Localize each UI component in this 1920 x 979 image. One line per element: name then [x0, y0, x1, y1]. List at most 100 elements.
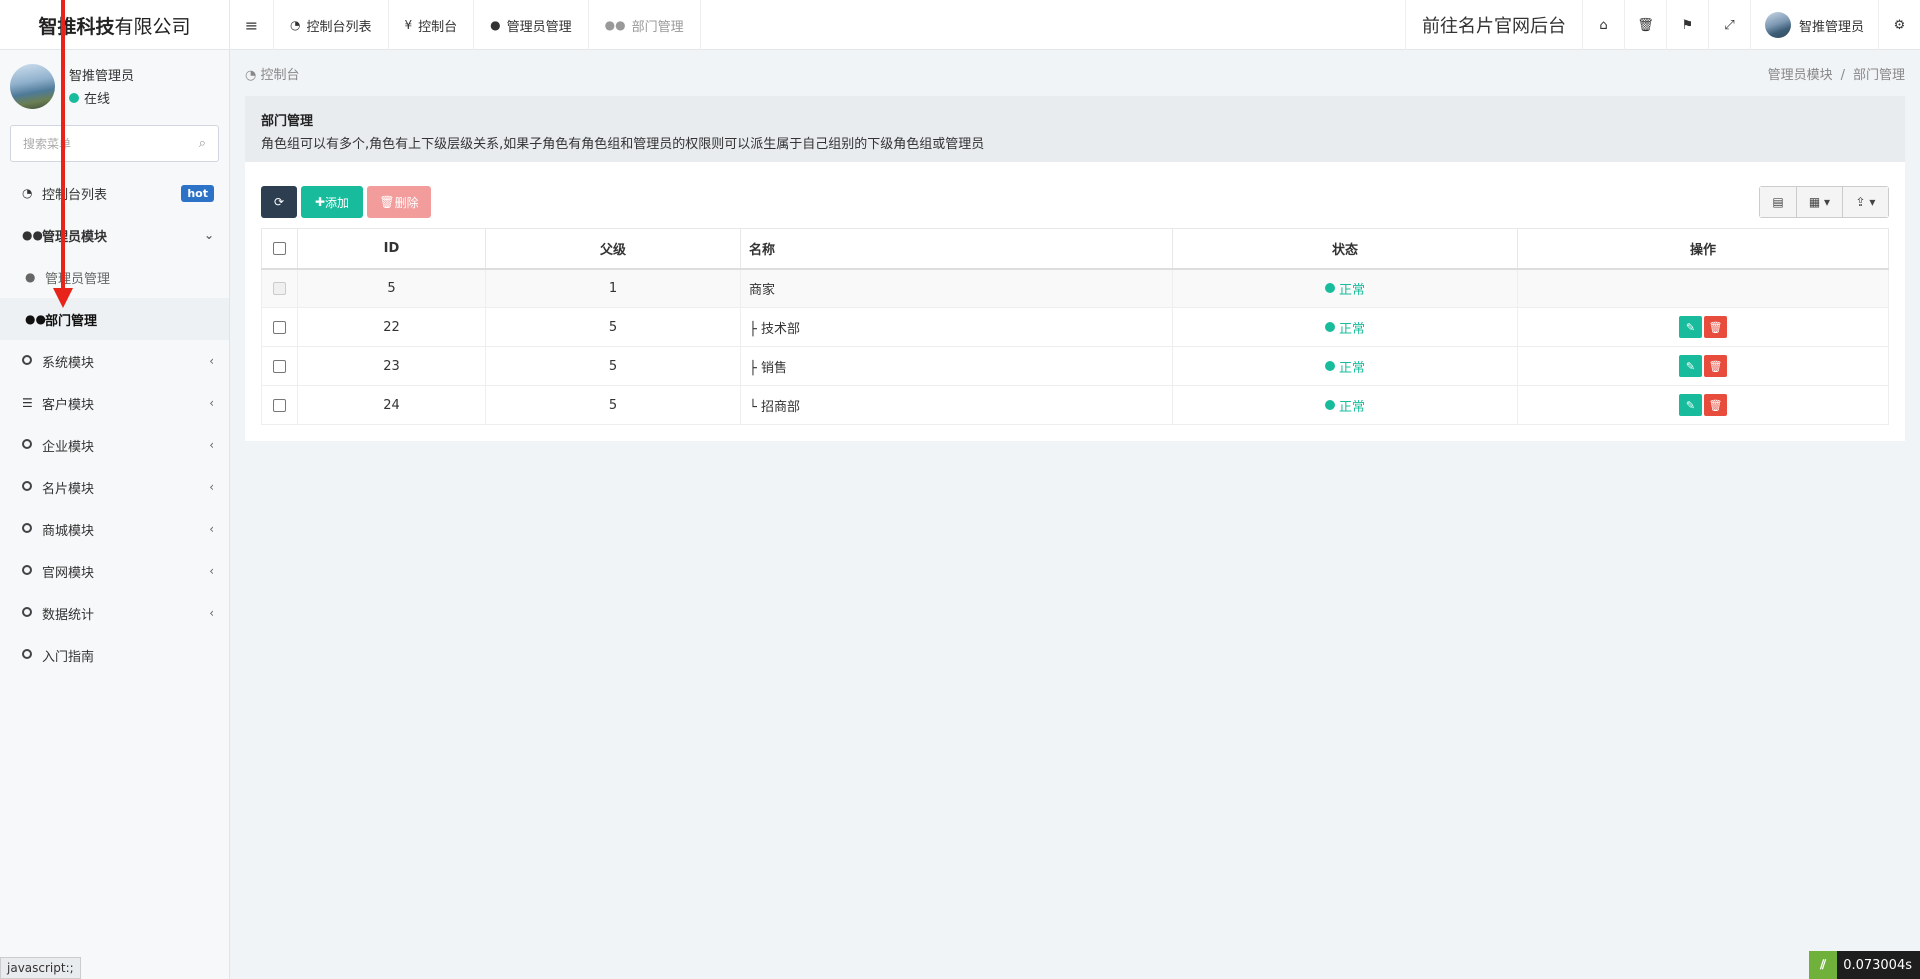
sidebar-item-admin-management[interactable]: ● 管理员管理 — [0, 256, 229, 298]
cell-parent: 5 — [485, 307, 741, 347]
refresh-button[interactable]: ⟳ — [261, 186, 297, 218]
cell-name: 商家 — [740, 268, 1173, 308]
list-icon: ☰ — [22, 396, 33, 410]
breadcrumb-item[interactable]: 管理员模块 — [1768, 68, 1833, 83]
chevron-left-icon: ‹ — [209, 480, 214, 494]
tab-dashboard-list[interactable]: ◔ 控制台列表 — [274, 0, 389, 50]
header-right-tools: 前往名片官网后台 ⌂ 🗑 ⚑ ⤢ 智推管理员 ⚙ — [1404, 0, 1920, 50]
table-toolbar: ⟳ ✚ 添加 🗑 删除 ▤ ▦ ▾ ⇪ ▾ — [261, 186, 1889, 218]
cell-name: ├ 技术部 — [740, 307, 1173, 347]
toggle-view-button[interactable]: ▤ — [1760, 187, 1796, 217]
dashboard-icon: ◔ — [290, 18, 301, 32]
chevron-left-icon: ‹ — [209, 606, 214, 620]
fullscreen-icon[interactable]: ⤢ — [1707, 0, 1750, 50]
avatar — [10, 63, 55, 109]
cell-parent: 5 — [485, 385, 741, 425]
column-header-status[interactable]: 状态 — [1172, 228, 1518, 270]
delete-row-button[interactable]: 🗑 — [1704, 355, 1727, 377]
language-icon[interactable]: ⚑ — [1665, 0, 1708, 50]
search-icon[interactable]: ⌕ — [199, 136, 206, 151]
site-backend-link[interactable]: 前往名片官网后台 — [1404, 0, 1582, 50]
circle-icon — [22, 607, 32, 617]
table-row[interactable]: 24 5 └ 招商部 正常 ✎ 🗑 — [261, 385, 1889, 425]
timer-logo-icon: ⫽ — [1809, 951, 1838, 979]
trash-icon[interactable]: 🗑 — [1623, 0, 1666, 50]
sidebar-item-statistics[interactable]: 数据统计 ‹ — [0, 592, 229, 634]
home-icon[interactable]: ⌂ — [1581, 0, 1624, 50]
tab-admin-management[interactable]: ● 管理员管理 — [474, 0, 589, 50]
annotation-arrow-head — [53, 288, 73, 308]
row-checkbox[interactable] — [273, 320, 286, 334]
user-icon: ● — [490, 18, 501, 32]
edit-button[interactable]: ✎ — [1679, 316, 1702, 338]
table-view-tools: ▤ ▦ ▾ ⇪ ▾ — [1759, 186, 1889, 218]
search-input[interactable] — [23, 136, 199, 151]
tab-dashboard[interactable]: ¥ 控制台 — [389, 0, 475, 50]
add-button[interactable]: ✚ 添加 — [301, 186, 363, 218]
hamburger-icon: ≡ — [244, 15, 259, 35]
table-row[interactable]: 23 5 ├ 销售 正常 ✎ 🗑 — [261, 346, 1889, 386]
columns-dropdown[interactable]: ▦ ▾ — [1796, 187, 1842, 217]
sidebar-item-system-module[interactable]: 系统模块 ‹ — [0, 340, 229, 382]
grid-icon: ▦ ▾ — [1808, 195, 1831, 209]
status-dot-icon — [1324, 400, 1335, 410]
user-menu[interactable]: 智推管理员 — [1749, 0, 1878, 50]
edit-button[interactable]: ✎ — [1679, 394, 1702, 416]
menu-search: ⌕ — [10, 125, 219, 162]
tab-department-management[interactable]: ●● 部门管理 — [589, 0, 701, 50]
breadcrumb-path: 管理员模块 / 部门管理 — [1767, 67, 1905, 83]
sidebar-item-customer-module[interactable]: ☰ 客户模块 ‹ — [0, 382, 229, 424]
delete-button[interactable]: 🗑 删除 — [367, 186, 431, 218]
select-all-checkbox[interactable] — [273, 241, 286, 255]
cell-actions: ✎ 🗑 — [1517, 385, 1889, 425]
column-header-id[interactable]: ID — [297, 228, 486, 270]
sidebar-item-website-module[interactable]: 官网模块 ‹ — [0, 550, 229, 592]
cell-id: 22 — [297, 307, 486, 347]
sidebar-item-getting-started[interactable]: 入门指南 — [0, 634, 229, 676]
page-description: 角色组可以有多个,角色有上下级层级关系,如果子角色有角色组和管理员的权限则可以派… — [261, 137, 985, 152]
user-status: 在线 — [69, 88, 134, 107]
breadcrumb-item: 部门管理 — [1852, 67, 1905, 83]
sidebar-toggle-button[interactable]: ≡ — [230, 0, 274, 50]
sidebar-item-admin-module[interactable]: ●● 管理员模块 ⌄ — [0, 214, 229, 256]
app-logo[interactable]: 智推科技 有限公司 — [0, 0, 230, 50]
tab-bar: ◔ 控制台列表 ¥ 控制台 ● 管理员管理 ●● 部门管理 — [274, 0, 701, 50]
edit-button[interactable]: ✎ — [1679, 355, 1702, 377]
settings-icon[interactable]: ⚙ — [1878, 0, 1920, 50]
column-header-name[interactable]: 名称 — [740, 228, 1173, 270]
user-icon: ● — [25, 270, 36, 284]
panel-header: 部门管理 角色组可以有多个,角色有上下级层级关系,如果子角色有角色组和管理员的权… — [245, 96, 1905, 162]
circle-icon — [22, 523, 32, 533]
chevron-left-icon: ‹ — [209, 564, 214, 578]
table-row[interactable]: 22 5 ├ 技术部 正常 ✎ 🗑 — [261, 307, 1889, 347]
row-checkbox[interactable] — [273, 398, 286, 412]
sidebar-item-department-management[interactable]: ●● 部门管理 — [0, 298, 229, 340]
sidebar-item-mall-module[interactable]: 商城模块 ‹ — [0, 508, 229, 550]
chevron-down-icon: ⌄ — [203, 228, 214, 242]
delete-row-button[interactable]: 🗑 — [1704, 394, 1727, 416]
row-checkbox[interactable] — [273, 359, 286, 373]
top-header: 智推科技 有限公司 ≡ ◔ 控制台列表 ¥ 控制台 ● 管理员管理 ●● 部门管理… — [0, 0, 1920, 50]
circle-icon — [22, 439, 32, 449]
cell-actions: ✎ 🗑 — [1517, 346, 1889, 386]
sidebar-item-dashboard-list[interactable]: ◔ 控制台列表 hot — [0, 172, 229, 214]
plus-icon: ✚ — [314, 195, 326, 209]
online-dot-icon — [69, 92, 79, 103]
sidebar-item-enterprise-module[interactable]: 企业模块 ‹ — [0, 424, 229, 466]
cell-id: 23 — [297, 346, 486, 386]
sidebar-item-card-module[interactable]: 名片模块 ‹ — [0, 466, 229, 508]
circle-icon — [22, 355, 32, 365]
export-dropdown[interactable]: ⇪ ▾ — [1842, 187, 1888, 217]
table-row[interactable]: 5 1 商家 正常 — [261, 268, 1889, 308]
delete-row-button[interactable]: 🗑 — [1704, 316, 1727, 338]
dashboard-icon: ◔ — [22, 186, 33, 200]
trash-icon: 🗑 — [379, 195, 395, 209]
breadcrumb-home[interactable]: ◔ 控制台 — [245, 64, 300, 83]
users-icon: ●● — [25, 312, 46, 326]
status-dot-icon — [1324, 283, 1335, 294]
cell-actions: ✎ 🗑 — [1517, 307, 1889, 347]
export-icon: ⇪ ▾ — [1855, 195, 1876, 209]
user-panel: 智推管理员 在线 — [0, 50, 229, 122]
pencil-icon: ✎ — [1685, 320, 1696, 334]
column-header-parent[interactable]: 父级 — [485, 228, 741, 270]
